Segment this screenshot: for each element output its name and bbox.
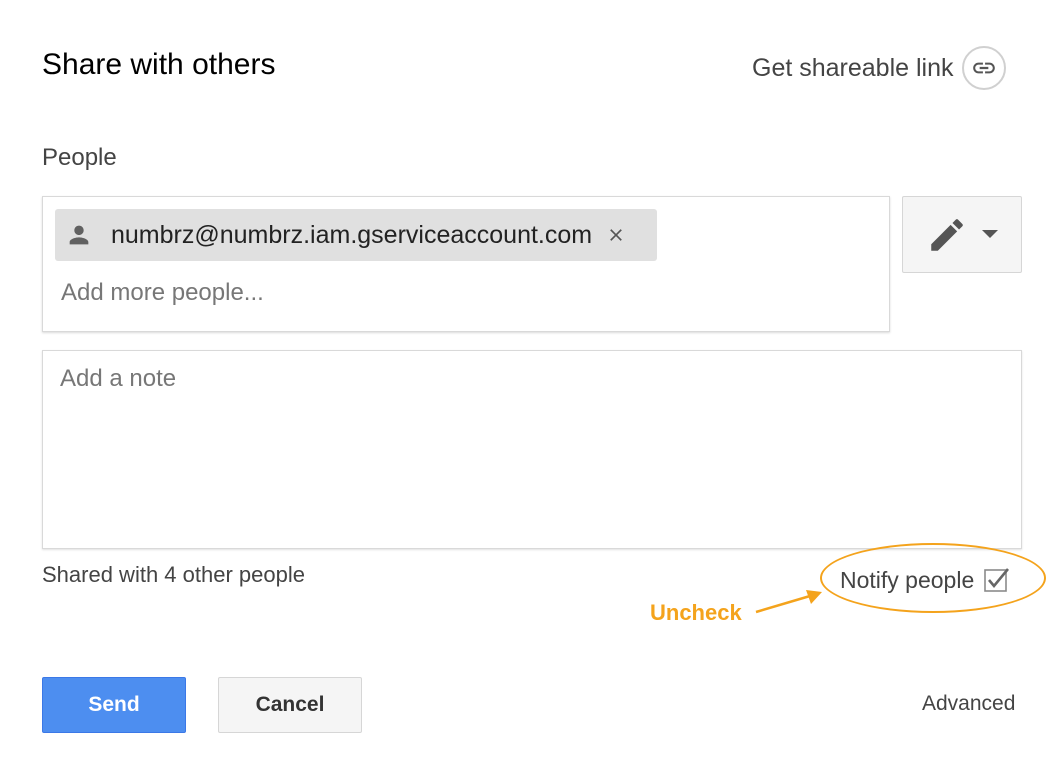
shared-with-text: Shared with 4 other people	[42, 562, 305, 587]
pencil-icon	[931, 218, 963, 251]
caret-down-icon	[982, 229, 998, 238]
people-label: People	[42, 144, 117, 171]
note-input[interactable]	[43, 351, 1021, 548]
recipient-chip[interactable]: numbrz@numbrz.iam.gserviceaccount.com	[55, 209, 657, 261]
get-shareable-link-button[interactable]: Get shareable link	[752, 44, 1006, 92]
annotation-label: Uncheck	[650, 600, 742, 625]
advanced-link[interactable]: Advanced	[922, 692, 1015, 716]
note-field[interactable]	[42, 350, 1022, 549]
person-icon	[69, 225, 89, 245]
link-icon[interactable]	[961, 46, 1006, 90]
notify-people-label: Notify people	[840, 566, 975, 593]
notify-people-toggle[interactable]: Notify people	[840, 562, 1010, 598]
recipient-email: numbrz@numbrz.iam.gserviceaccount.com	[111, 220, 593, 249]
permission-dropdown-button[interactable]	[902, 196, 1022, 273]
checkbox-checked-icon[interactable]	[984, 567, 1010, 593]
add-people-input[interactable]	[61, 279, 661, 307]
send-button[interactable]: Send	[42, 677, 186, 733]
people-field[interactable]: numbrz@numbrz.iam.gserviceaccount.com	[42, 196, 890, 332]
dialog-title: Share with others	[42, 48, 276, 81]
cancel-button[interactable]: Cancel	[218, 677, 362, 733]
close-icon[interactable]	[606, 225, 626, 245]
annotation-arrow-icon	[755, 590, 822, 614]
shareable-link-label: Get shareable link	[752, 53, 954, 82]
